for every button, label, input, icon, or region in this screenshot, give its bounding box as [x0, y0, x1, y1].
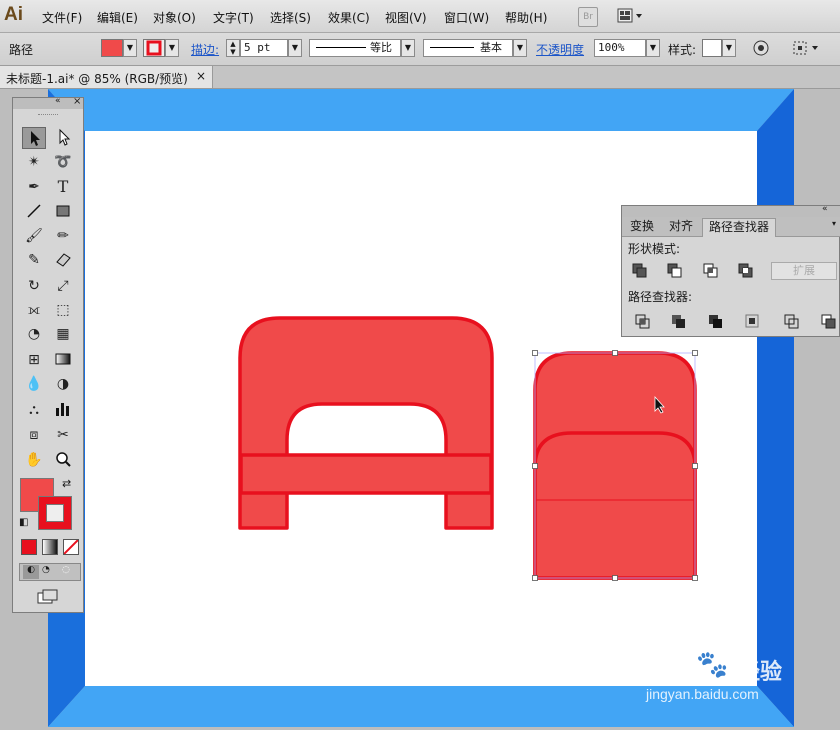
trim-icon[interactable] [671, 314, 687, 330]
shape-modes-label: 形状模式: [628, 242, 681, 256]
shape-stack-icon [532, 350, 698, 581]
tab-transform[interactable]: 变换 [624, 218, 660, 235]
perspective-grid-tool-icon[interactable]: ▦ [51, 323, 75, 345]
mesh-tool-icon[interactable]: ⊞ [22, 349, 46, 371]
pencil-tool-icon[interactable]: ✏ [51, 225, 75, 247]
close-icon[interactable]: × [73, 96, 81, 107]
intersect-icon[interactable] [703, 263, 719, 282]
blend-tool-icon[interactable]: ◑ [51, 373, 75, 395]
collapse-icon[interactable]: « [55, 96, 61, 106]
watermark-url: jingyan.baidu.com [646, 686, 759, 702]
tools-panel-header[interactable]: « × [13, 96, 83, 109]
direct-selection-tool-icon[interactable] [51, 127, 75, 149]
slice-tool-icon[interactable]: ✂ [51, 424, 75, 446]
draw-inside-icon[interactable]: ◌ [62, 565, 70, 575]
crop-icon[interactable] [745, 314, 761, 330]
free-transform-tool-icon[interactable]: ⬚ [51, 299, 75, 321]
rotate-tool-icon[interactable]: ↻ [22, 275, 46, 297]
frame-right [757, 89, 794, 727]
artboard-tool-icon[interactable]: ⧈ [22, 424, 46, 446]
line-tool-icon[interactable] [22, 201, 46, 223]
draw-modes: ◐ ◔ ◌ [19, 563, 81, 581]
gradient-mode-icon[interactable] [42, 539, 58, 555]
pen-tool-icon[interactable]: ✒ [22, 176, 46, 198]
width-tool-icon[interactable]: ⟗ [22, 299, 46, 321]
pathfinder-panel-header[interactable]: « [622, 204, 840, 217]
watermark-brand2: 经验 [738, 659, 783, 684]
default-colors-icon[interactable]: ◧ [19, 517, 28, 528]
shape-builder-tool-icon[interactable]: ◔ [22, 323, 46, 345]
artboard-canvas[interactable] [0, 0, 840, 730]
outline-icon[interactable] [784, 314, 800, 330]
gradient-tool-icon[interactable] [51, 349, 75, 371]
color-mode-icon[interactable] [21, 539, 37, 555]
collapse-icon[interactable]: « [822, 204, 828, 214]
lasso-tool-icon[interactable]: ➰ [51, 151, 75, 173]
tab-align[interactable]: 对齐 [663, 218, 699, 235]
eraser-tool-icon[interactable] [51, 249, 75, 271]
magic-wand-tool-icon[interactable]: ✴ [22, 151, 46, 173]
eyedropper-tool-icon[interactable]: 💧 [22, 373, 46, 395]
divide-icon[interactable] [635, 314, 651, 330]
rectangle-tool-icon[interactable] [51, 201, 75, 223]
minus-front-icon[interactable] [667, 263, 683, 282]
hand-tool-icon[interactable]: ✋ [22, 449, 46, 471]
none-mode-icon[interactable] [63, 539, 79, 555]
minus-back-icon[interactable] [821, 314, 837, 330]
swap-colors-icon[interactable]: ⇄ [62, 477, 71, 490]
draw-normal-icon[interactable]: ◐ [23, 565, 39, 579]
grip-icon[interactable] [38, 114, 58, 117]
panel-menu-icon[interactable]: ▾ [832, 219, 836, 228]
expand-button[interactable]: 扩展 [771, 262, 837, 280]
symbol-sprayer-tool-icon[interactable]: ⛬ [22, 399, 46, 421]
scale-tool-icon[interactable]: ⤢ [51, 275, 75, 297]
selection-tool-icon[interactable] [22, 127, 46, 149]
zoom-tool-icon[interactable] [51, 449, 75, 471]
unite-icon[interactable] [632, 263, 648, 282]
tab-pathfinder[interactable]: 路径查找器 [702, 218, 777, 237]
screen-mode-icon[interactable] [37, 589, 59, 608]
exclude-icon[interactable] [738, 263, 754, 282]
frame-top [48, 89, 794, 131]
paintbrush-tool-icon[interactable]: 🖌 [22, 225, 46, 247]
blob-brush-tool-icon[interactable]: ✎ [22, 249, 46, 271]
draw-behind-icon[interactable]: ◔ [42, 565, 50, 575]
type-tool-icon[interactable]: T [51, 176, 75, 198]
column-graph-tool-icon[interactable] [51, 399, 75, 421]
watermark-brand: Bai [644, 652, 685, 682]
baidu-watermark: Bai 🐾 经验 jingyan.baidu.com [640, 650, 800, 710]
paw-icon: 🐾 [696, 650, 729, 680]
stroke-color-box[interactable] [38, 496, 72, 530]
pathfinders-label: 路径查找器: [628, 290, 693, 304]
merge-icon[interactable] [708, 314, 724, 330]
